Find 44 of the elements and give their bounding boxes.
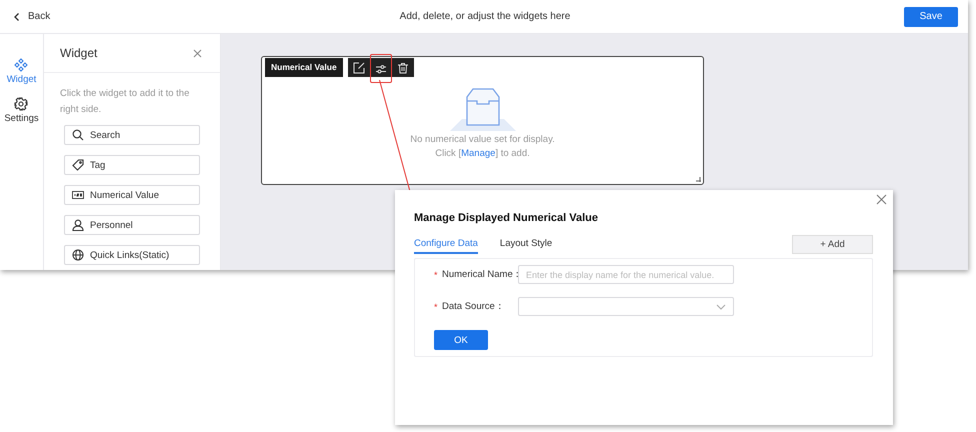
settings-button[interactable] bbox=[370, 54, 392, 83]
close-icon[interactable] bbox=[876, 194, 887, 205]
source-select-field[interactable] bbox=[518, 297, 734, 316]
widget-card[interactable]: Numerical Value No numerical value set for display. Click [Manage] to add. bbox=[261, 56, 704, 185]
widget-button[interactable]: Tag bbox=[64, 155, 200, 175]
edit-icon bbox=[352, 62, 365, 74]
search-icon bbox=[72, 129, 84, 141]
back-button[interactable]: Back bbox=[12, 11, 112, 22]
resize-handle-icon[interactable] bbox=[696, 177, 701, 182]
tag-icon bbox=[72, 159, 84, 171]
field-label: Data Source： bbox=[442, 300, 506, 313]
manage-link[interactable]: Manage bbox=[461, 148, 496, 159]
panel-title: Widget bbox=[60, 46, 98, 60]
field-label: Numerical Name： bbox=[442, 268, 518, 281]
widget-button[interactable]: Personnel bbox=[64, 215, 200, 235]
required-mark: * bbox=[434, 302, 438, 312]
sliders-icon bbox=[374, 62, 387, 74]
close-icon[interactable] bbox=[193, 48, 202, 58]
add-button[interactable]: + Add bbox=[792, 234, 873, 254]
name-input-field[interactable]: Enter the display name for the numerical value. bbox=[518, 265, 734, 284]
panel-hint: Click the widget to add it to the right side. bbox=[60, 87, 190, 116]
chevron-left-icon bbox=[12, 12, 22, 22]
dialog-tab[interactable]: Configure Data bbox=[414, 234, 478, 254]
chevron-down-icon bbox=[716, 304, 726, 310]
save-button[interactable]: Save bbox=[904, 6, 958, 26]
globe-icon bbox=[72, 249, 84, 261]
widget-button[interactable]: Numerical Value bbox=[64, 185, 200, 205]
gear-icon bbox=[14, 97, 28, 111]
ok-button[interactable]: OK bbox=[434, 330, 488, 350]
empty-hint: Click [Manage] to add. bbox=[435, 147, 530, 161]
diamond-grid-icon bbox=[14, 58, 28, 72]
rail-tab[interactable]: Widget bbox=[6, 58, 36, 85]
toolbar-label: Numerical Value bbox=[265, 58, 348, 77]
page-title: Add, delete, or adjust the widgets here bbox=[398, 11, 572, 22]
dialog-title: Manage Displayed Numerical Value bbox=[414, 212, 598, 226]
rail-tab[interactable]: Settings bbox=[4, 97, 39, 124]
person-icon bbox=[72, 219, 84, 231]
empty-message: No numerical value set for display. bbox=[410, 133, 555, 147]
widget-button[interactable]: Quick Links(Static) bbox=[64, 245, 200, 265]
trash-icon bbox=[396, 62, 409, 74]
widget-button[interactable]: Search bbox=[64, 125, 200, 145]
dialog-tab[interactable]: Layout Style bbox=[500, 234, 552, 254]
number-box-icon bbox=[72, 189, 84, 201]
required-mark: * bbox=[434, 270, 438, 280]
